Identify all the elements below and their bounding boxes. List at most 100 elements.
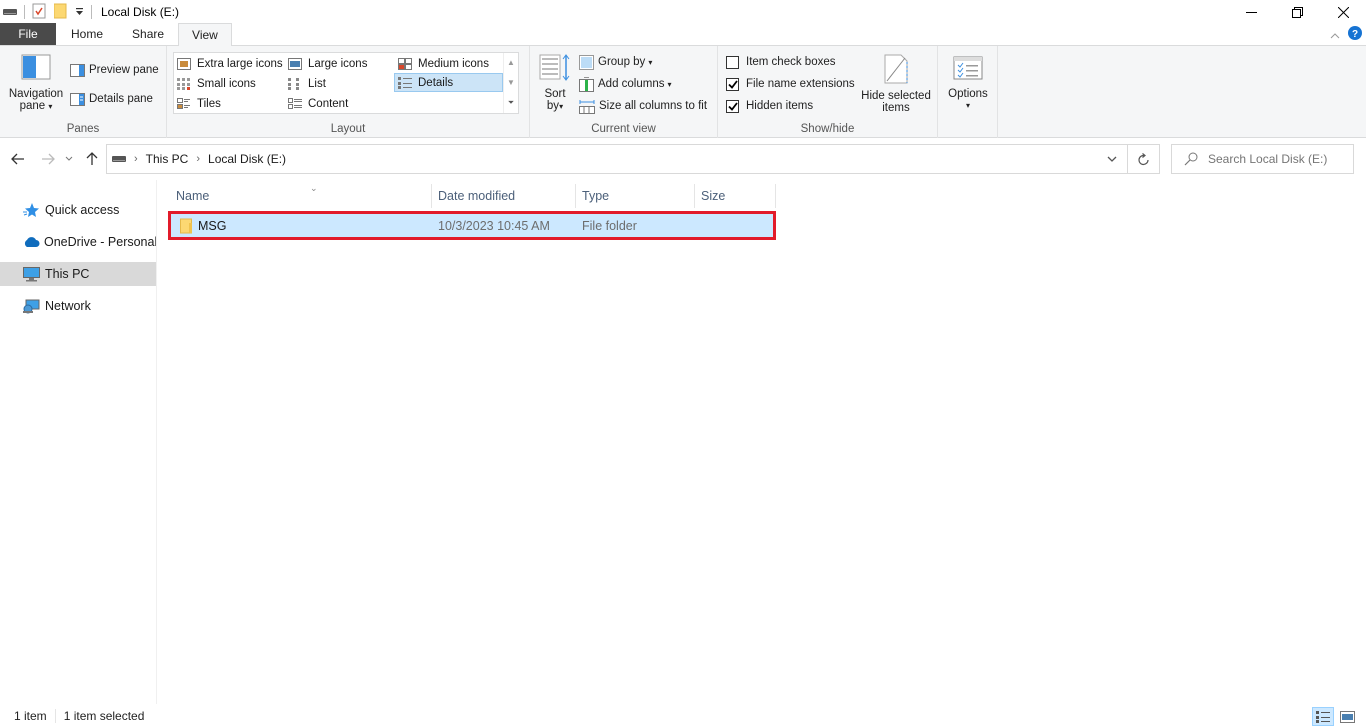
tab-home[interactable]: Home <box>56 23 118 45</box>
hide-selected-icon <box>884 54 908 84</box>
layout-extra-large-icons[interactable]: Extra large icons <box>174 54 283 73</box>
large-icons-view-button[interactable] <box>1336 707 1358 726</box>
layout-content[interactable]: Content <box>285 94 348 113</box>
breadcrumb-separator[interactable]: › <box>196 153 200 165</box>
breadcrumb-this-pc[interactable]: This PC <box>146 152 189 166</box>
folder-icon <box>180 218 193 234</box>
navigation-pane-button[interactable]: Navigation pane ▾ <box>6 54 66 113</box>
large-icons-view-icon <box>1339 710 1355 723</box>
close-icon <box>1337 6 1349 18</box>
breadcrumb-local-disk[interactable]: Local Disk (E:) <box>208 152 286 166</box>
scroll-up-icon[interactable]: ▲ <box>507 58 515 67</box>
current-view-group-label: Current view <box>591 123 656 135</box>
preview-pane-button[interactable]: Preview pane <box>70 60 159 80</box>
address-bar[interactable]: › This PC › Local Disk (E:) <box>106 144 1128 174</box>
hidden-items-checkbox[interactable] <box>726 99 739 113</box>
quick-access-toolbar <box>0 0 99 24</box>
navigation-pane-icon <box>21 54 51 80</box>
preview-pane-icon <box>70 63 85 77</box>
help-icon[interactable]: ? <box>1348 26 1362 43</box>
cloud-icon <box>23 236 40 248</box>
add-columns-button[interactable]: Add columns ▾ <box>579 74 672 94</box>
options-button[interactable]: Options ▾ <box>942 56 994 112</box>
nav-item-quick-access[interactable]: Quick access <box>0 198 156 222</box>
refresh-icon <box>1137 152 1149 165</box>
recent-locations-button[interactable] <box>62 149 76 169</box>
tiles-icon <box>177 97 191 110</box>
minimize-ribbon-icon[interactable] <box>1330 28 1340 42</box>
show-hide-group-label: Show/hide <box>800 123 855 135</box>
drive-icon <box>112 155 126 163</box>
refresh-button[interactable] <box>1128 144 1160 174</box>
options-group: Options ▾ <box>938 46 998 138</box>
details-pane-button[interactable]: Details pane <box>70 89 153 109</box>
nav-item-this-pc[interactable]: This PC <box>0 262 156 286</box>
large-icons-icon <box>288 57 302 70</box>
layout-list[interactable]: List <box>285 74 326 93</box>
expand-gallery-icon[interactable]: ⏷ <box>508 98 514 108</box>
back-button[interactable] <box>8 149 28 169</box>
hidden-items-toggle[interactable]: Hidden items <box>726 96 813 116</box>
item-check-boxes-checkbox[interactable] <box>726 55 739 69</box>
search-input[interactable] <box>1208 152 1348 166</box>
close-button[interactable] <box>1320 0 1366 24</box>
nav-item-network[interactable]: Network <box>0 294 156 318</box>
chevron-down-icon <box>65 156 73 161</box>
view-toggles <box>1312 707 1358 726</box>
network-icon <box>23 299 41 314</box>
chevron-down-icon <box>1107 156 1117 162</box>
column-header-date-modified[interactable]: Date modified <box>432 184 576 208</box>
type-cell: File folder <box>582 219 637 233</box>
title-bar: Local Disk (E:) <box>0 0 1366 24</box>
minimize-icon <box>1245 11 1257 13</box>
layout-gallery-scroll[interactable]: ▲ ▼ ⏷ <box>503 53 518 113</box>
restore-icon <box>1291 6 1303 18</box>
layout-small-icons[interactable]: Small icons <box>174 74 256 93</box>
address-dropdown-button[interactable] <box>1097 145 1127 173</box>
forward-button[interactable] <box>38 149 58 169</box>
layout-tiles[interactable]: Tiles <box>174 94 221 113</box>
list-icon <box>288 77 302 90</box>
tab-share[interactable]: Share <box>118 23 178 45</box>
minimize-button[interactable] <box>1228 0 1274 24</box>
column-header-name[interactable]: ⌄ Name <box>170 183 432 208</box>
search-icon <box>1184 152 1198 166</box>
scroll-down-icon[interactable]: ▼ <box>507 78 515 87</box>
medium-icons-icon <box>398 57 412 70</box>
layout-details[interactable]: Details <box>394 73 503 92</box>
file-name-extensions-checkbox[interactable] <box>726 77 739 91</box>
item-check-boxes-toggle[interactable]: Item check boxes <box>726 52 835 72</box>
new-folder-icon[interactable] <box>53 3 67 22</box>
column-header-type[interactable]: Type <box>576 184 695 208</box>
tab-view[interactable]: View <box>178 23 232 46</box>
layout-gallery: Extra large icons Large icons Medium ico… <box>173 52 519 114</box>
status-divider <box>54 709 56 723</box>
qat-divider <box>91 5 92 19</box>
restore-button[interactable] <box>1274 0 1320 24</box>
layout-large-icons[interactable]: Large icons <box>285 54 367 73</box>
breadcrumb-separator[interactable]: › <box>134 153 138 165</box>
properties-icon[interactable] <box>32 3 46 22</box>
details-view-button[interactable] <box>1312 707 1334 726</box>
customize-qat-icon[interactable] <box>75 5 84 19</box>
tab-file[interactable]: File <box>0 23 56 45</box>
table-row[interactable]: MSG 10/3/2023 10:45 AM File folder <box>170 214 773 238</box>
up-button[interactable] <box>82 149 102 169</box>
column-header-size[interactable]: Size <box>695 184 776 208</box>
layout-medium-icons[interactable]: Medium icons <box>395 54 489 73</box>
sort-indicator-icon: ⌄ <box>310 183 318 193</box>
up-arrow-icon <box>86 152 98 165</box>
nav-item-onedrive[interactable]: OneDrive - Personal <box>0 230 156 254</box>
size-all-columns-button[interactable]: Size all columns to fit <box>579 96 707 116</box>
file-name-cell: MSG <box>180 214 226 238</box>
svg-text:?: ? <box>1352 29 1358 40</box>
hide-selected-items-button[interactable]: Hide selected items <box>858 54 934 114</box>
file-list: ⌄ Name Date modified Type Size MSG 10/3/… <box>158 180 1366 704</box>
back-arrow-icon <box>11 153 24 165</box>
window-title: Local Disk (E:) <box>101 5 180 19</box>
file-name-extensions-toggle[interactable]: File name extensions <box>726 74 855 94</box>
search-box[interactable] <box>1171 144 1354 174</box>
drive-icon <box>3 5 17 19</box>
group-by-button[interactable]: Group by ▾ <box>579 52 652 72</box>
sort-by-button[interactable]: Sort by▾ <box>538 54 572 113</box>
